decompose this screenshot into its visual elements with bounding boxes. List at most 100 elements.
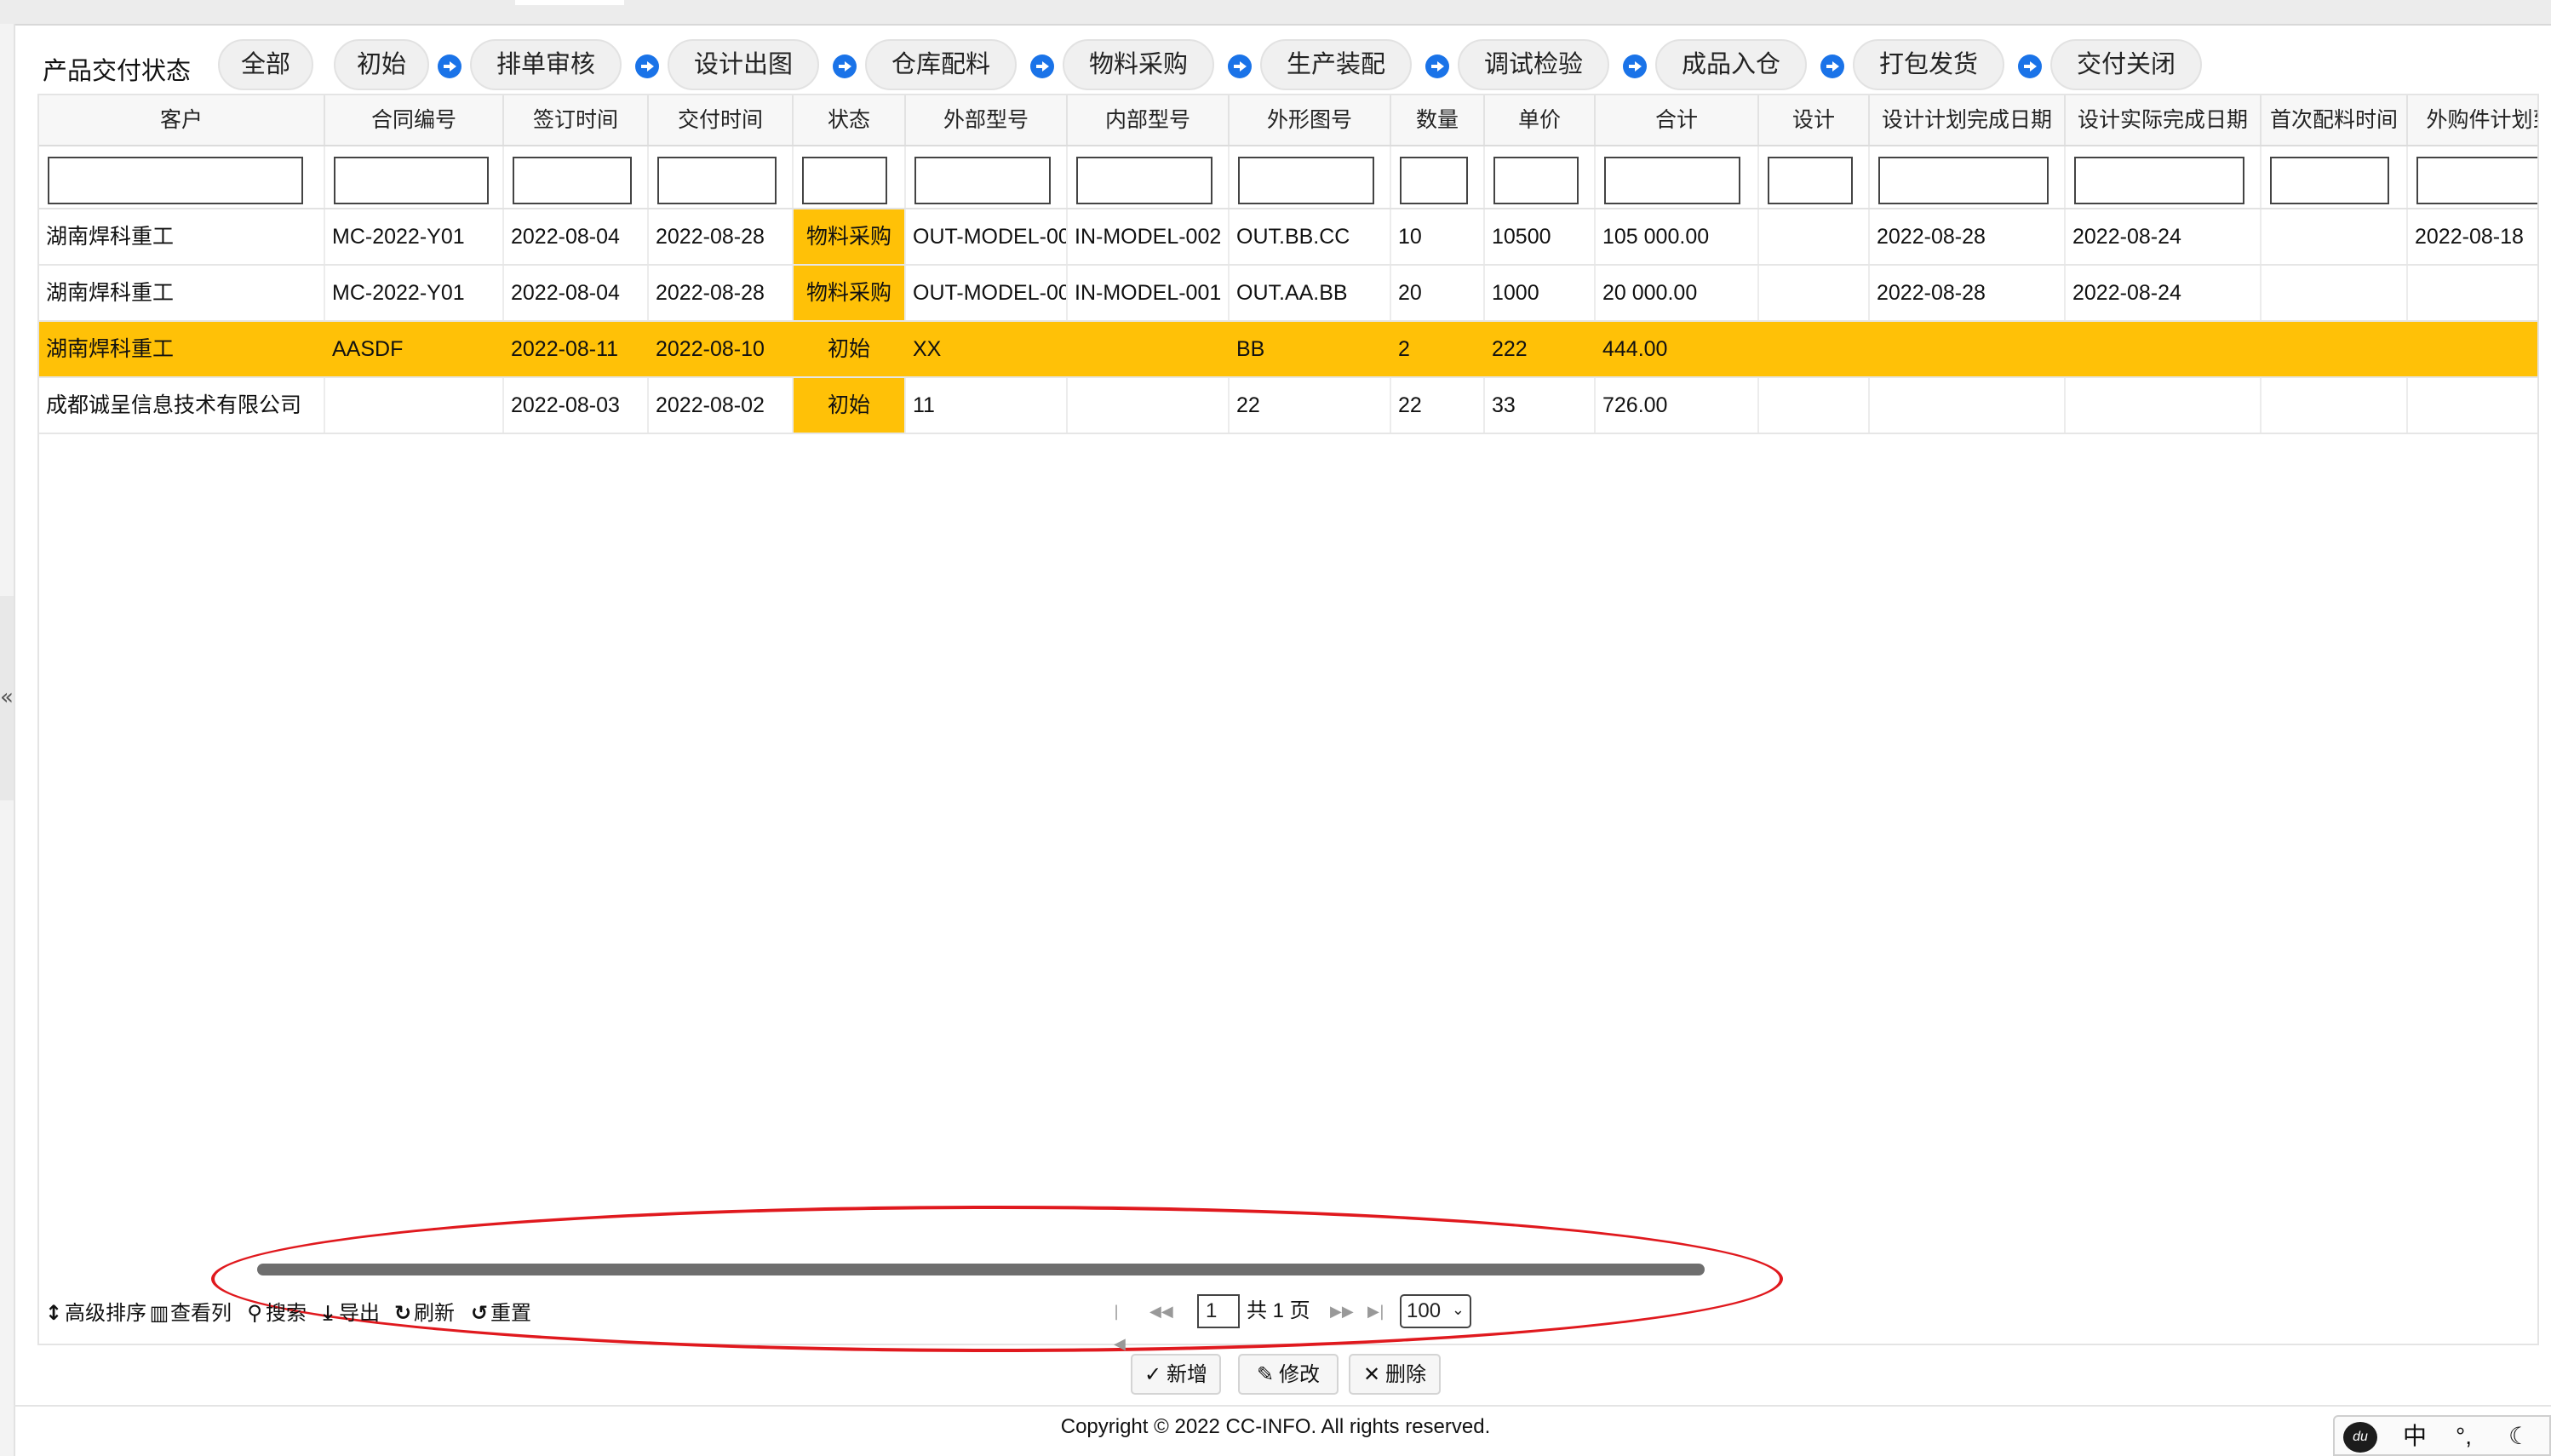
status-chip-warehousing[interactable]: 成品入仓 — [1655, 39, 1807, 90]
export-button[interactable]: ⤓ 导出 — [317, 1296, 380, 1330]
table-row[interactable]: 成都诚呈信息技术有限公司 2022-08-03 2022-08-02 初始 11 22 22… — [39, 378, 2537, 434]
table-cell: 22 — [1391, 378, 1485, 433]
search-icon: ⚲ — [247, 1301, 262, 1325]
prev-page-icon[interactable]: ◀◀ — [1149, 1296, 1173, 1328]
column-header[interactable]: 外部型号 — [906, 95, 1068, 145]
column-filter-input[interactable] — [2416, 157, 2537, 204]
column-filter-input[interactable] — [1493, 157, 1579, 204]
delete-button[interactable]: ✕ 删除 — [1349, 1354, 1441, 1395]
column-header[interactable]: 外形图号 — [1230, 95, 1391, 145]
table-cell: 2022-08-11 — [511, 337, 619, 361]
reset-button[interactable]: ↺ 重置 — [468, 1296, 531, 1330]
column-header[interactable]: 合同编号 — [325, 95, 504, 145]
filter-cell — [2066, 146, 2262, 208]
status-chip-all[interactable]: 全部 — [218, 39, 313, 90]
first-page-icon[interactable]: |◀ — [1114, 1296, 1126, 1361]
table-row[interactable]: 湖南焊科重工 AASDF 2022-08-11 2022-08-10 初始 XX BB 2 22… — [39, 322, 2537, 378]
refresh-button[interactable]: ↻ 刷新 — [392, 1296, 455, 1330]
page-number-input[interactable]: 1 — [1197, 1294, 1240, 1328]
column-header[interactable]: 内部型号 — [1068, 95, 1230, 145]
status-chip-inspection[interactable]: 调试检验 — [1458, 39, 1609, 90]
status-chip-schedule-review[interactable]: 排单审核 — [470, 39, 622, 90]
table-cell — [1759, 378, 1870, 433]
columns-icon: ▥ — [149, 1301, 169, 1325]
moon-icon[interactable]: ☾ — [2508, 1420, 2530, 1453]
edit-button[interactable]: ✎ 修改 — [1238, 1354, 1339, 1395]
column-filter-input[interactable] — [2270, 157, 2389, 204]
status-chip-shipping[interactable]: 打包发货 — [1853, 39, 2004, 90]
table-cell: IN-MODEL-002 — [1068, 209, 1230, 264]
status-chip-assembly[interactable]: 生产装配 — [1260, 39, 1412, 90]
filter-cell — [1485, 146, 1596, 208]
column-header[interactable]: 设计 — [1759, 95, 1870, 145]
filter-cell — [1230, 146, 1391, 208]
column-header[interactable]: 签订时间 — [504, 95, 649, 145]
ime-language-toggle[interactable]: 中 — [2403, 1420, 2427, 1453]
ime-punctuation-toggle[interactable]: °, — [2456, 1420, 2472, 1453]
column-filter-input[interactable] — [48, 157, 303, 204]
arrow-right-circle-icon — [1425, 54, 1449, 78]
column-filter-input[interactable] — [1878, 157, 2049, 204]
table-row[interactable]: 湖南焊科重工 MC-2022-Y01 2022-08-04 2022-08-28 物料采… — [39, 209, 2537, 266]
status-chip-design-drawing[interactable]: 设计出图 — [668, 39, 819, 90]
status-chip-warehouse-kitting[interactable]: 仓库配料 — [865, 39, 1017, 90]
ime-logo[interactable]: du — [2343, 1422, 2377, 1453]
table-cell: 2022-08-28 — [1870, 209, 2066, 264]
column-header[interactable]: 设计计划完成日期 — [1870, 95, 2066, 145]
column-filter-input[interactable] — [914, 157, 1051, 204]
status-cell: 物料采购 — [794, 266, 906, 320]
view-columns-button[interactable]: ▥查看列 — [148, 1296, 232, 1330]
table-cell: 444.00 — [1602, 337, 1668, 361]
advanced-sort-button[interactable]: ↕ 高级排序 — [43, 1296, 146, 1330]
column-filter-input[interactable] — [1400, 157, 1468, 204]
table-cell — [1870, 322, 2066, 376]
column-header[interactable]: 数量 — [1391, 95, 1485, 145]
column-filter-input[interactable] — [802, 157, 887, 204]
column-filter-input[interactable] — [513, 157, 632, 204]
table-cell — [2408, 266, 2537, 320]
status-chip-procurement[interactable]: 物料采购 — [1063, 39, 1214, 90]
add-button[interactable]: ✓ 新增 — [1131, 1354, 1221, 1395]
horizontal-scrollbar[interactable] — [257, 1264, 1705, 1275]
column-header[interactable]: 合计 — [1596, 95, 1759, 145]
filter-cell — [2408, 146, 2537, 208]
column-filter-input[interactable] — [1238, 157, 1374, 204]
filter-cell — [1391, 146, 1485, 208]
sidebar-collapse-handle[interactable]: « — [0, 596, 14, 800]
column-header[interactable]: 设计实际完成日期 — [2066, 95, 2262, 145]
column-filter-input[interactable] — [1604, 157, 1740, 204]
column-filter-input[interactable] — [2074, 157, 2244, 204]
delivery-status-bar: 产品交付状态 全部 初始 排单审核 设计出图 仓库配料 物料采购 生产装配 调试… — [17, 34, 2546, 95]
table-cell — [2066, 378, 2262, 433]
filter-cell — [504, 146, 649, 208]
status-chip-closed[interactable]: 交付关闭 — [2050, 39, 2202, 90]
column-header[interactable]: 外购件计划到货 — [2408, 95, 2537, 145]
add-label: 新增 — [1167, 1363, 1208, 1386]
sort-icon: ↕ — [44, 1301, 63, 1325]
next-page-icon[interactable]: ▶▶ — [1330, 1296, 1354, 1328]
arrow-right-circle-icon — [1030, 54, 1054, 78]
status-chip-initial[interactable]: 初始 — [334, 39, 429, 90]
arrow-right-circle-icon — [1228, 54, 1252, 78]
last-page-icon[interactable]: ▶| — [1367, 1296, 1384, 1328]
table-cell: MC-2022-Y01 — [325, 209, 504, 264]
table-cell: 105 000.00 — [1596, 209, 1759, 264]
table-cell: 726.00 — [1596, 378, 1759, 433]
table-cell: 1000 — [1485, 266, 1596, 320]
column-filter-input[interactable] — [1768, 157, 1853, 204]
column-header[interactable]: 单价 — [1485, 95, 1596, 145]
page-size-select[interactable]: 100 ⌄ — [1400, 1294, 1471, 1328]
column-header[interactable]: 状态 — [794, 95, 906, 145]
search-button[interactable]: ⚲ 搜索 — [244, 1296, 307, 1330]
table-row[interactable]: 湖南焊科重工 MC-2022-Y01 2022-08-04 2022-08-28 物料采… — [39, 266, 2537, 322]
column-header[interactable]: 交付时间 — [649, 95, 794, 145]
column-filter-input[interactable] — [657, 157, 777, 204]
table-cell: 2022-08-24 — [2066, 209, 2262, 264]
view-columns-label: 查看列 — [170, 1302, 232, 1325]
table-cell — [1759, 322, 1870, 376]
column-filter-input[interactable] — [334, 157, 489, 204]
column-header[interactable]: 客户 — [39, 95, 325, 145]
column-filter-input[interactable] — [1076, 157, 1212, 204]
column-header[interactable]: 首次配料时间 — [2262, 95, 2408, 145]
filter-cell — [794, 146, 906, 208]
